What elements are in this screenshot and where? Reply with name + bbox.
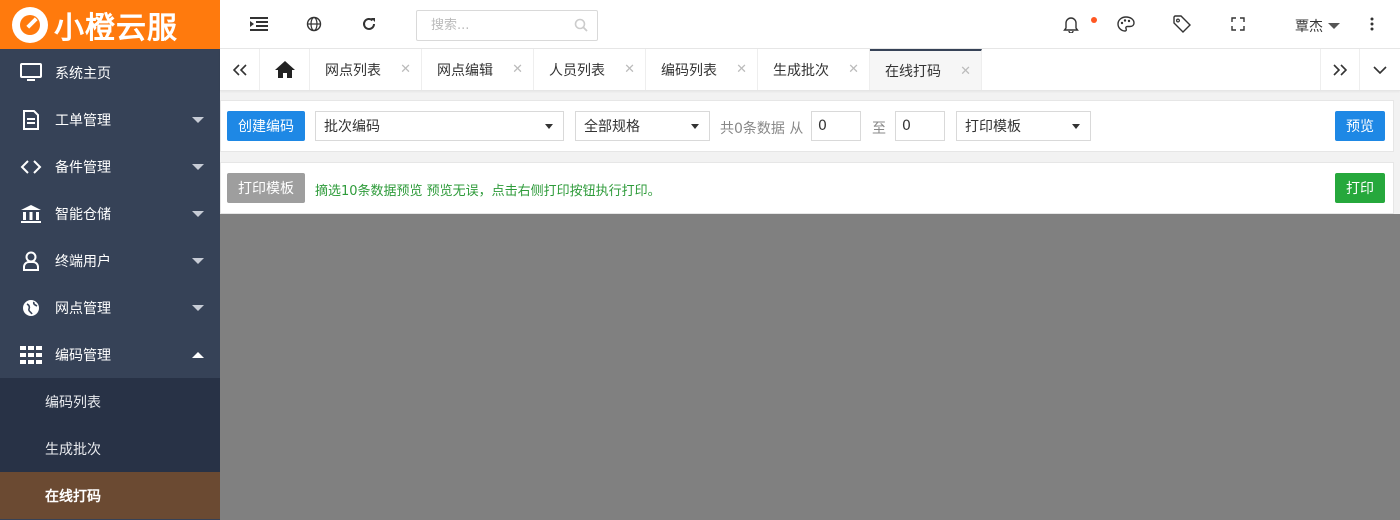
tab-staff-list[interactable]: 人员列表 ✕	[534, 49, 646, 90]
chevron-down-icon	[192, 117, 204, 123]
top-header: 覃杰	[220, 0, 1400, 49]
double-chevron-left-icon	[232, 63, 247, 76]
home-icon	[274, 61, 295, 78]
sidebar-item-workorder[interactable]: 工单管理	[0, 96, 220, 143]
tab-outlet-list[interactable]: 网点列表 ✕	[310, 49, 422, 90]
close-icon[interactable]: ✕	[960, 64, 971, 79]
search-box[interactable]	[416, 10, 598, 41]
tab-label: 人员列表	[549, 62, 605, 79]
fullscreen-icon[interactable]	[1227, 13, 1249, 35]
sidebar-item-endusers[interactable]: 终端用户	[0, 237, 220, 284]
logo-icon	[12, 6, 48, 43]
tabs-bar: 网点列表 ✕ 网点编辑 ✕ 人员列表 ✕ 编码列表 ✕ 生成批次 ✕ 在线打码 …	[220, 49, 1400, 91]
tab-label: 生成批次	[773, 62, 829, 79]
sidebar-item-label: 编码管理	[55, 347, 111, 364]
chevron-down-icon	[1072, 124, 1080, 129]
sidebar-item-label: 系统主页	[55, 65, 111, 82]
submenu-item-code-list[interactable]: 编码列表	[0, 378, 220, 425]
batch-select[interactable]: 批次编码	[315, 111, 564, 141]
sidebar-item-label: 网点管理	[55, 300, 111, 317]
spec-select[interactable]: 全部规格	[575, 111, 710, 141]
count-text: 共0条数据 从	[720, 121, 804, 137]
sidebar: 小橙云服 系统主页 工单管理 备件管理 智能仓储 终端用户 网点管理 编码管理 …	[0, 0, 220, 520]
template-select[interactable]: 打印模板	[956, 111, 1091, 141]
tab-home[interactable]	[260, 49, 310, 90]
logo[interactable]: 小橙云服	[0, 0, 220, 49]
spec-select-value: 全部规格	[584, 119, 640, 135]
collapse-menu-icon[interactable]	[248, 13, 270, 35]
tab-generate-batch[interactable]: 生成批次 ✕	[758, 49, 870, 90]
submenu-coding: 编码列表 生成批次 在线打码	[0, 378, 220, 519]
sidebar-item-home[interactable]: 系统主页	[0, 49, 220, 96]
preview-button[interactable]: 预览	[1335, 111, 1385, 141]
batch-select-value: 批次编码	[324, 119, 380, 135]
print-toolbar: 打印模板 摘选10条数据预览 预览无误，点击右侧打印按钮执行打印。 打印	[220, 162, 1394, 214]
close-icon[interactable]: ✕	[624, 62, 635, 77]
submenu-item-online-print[interactable]: 在线打码	[0, 472, 220, 519]
sidebar-item-outlets[interactable]: 网点管理	[0, 284, 220, 331]
chevron-up-icon	[192, 352, 204, 358]
create-code-button[interactable]: 创建编码	[227, 111, 305, 141]
palette-icon[interactable]	[1115, 13, 1137, 35]
refresh-icon[interactable]	[358, 13, 380, 35]
monitor-icon	[20, 62, 42, 84]
notification-dot	[1091, 17, 1097, 23]
sidebar-item-label: 智能仓储	[55, 206, 111, 223]
print-button[interactable]: 打印	[1335, 173, 1385, 203]
tab-label: 编码列表	[661, 62, 717, 79]
sidebar-item-warehouse[interactable]: 智能仓储	[0, 190, 220, 237]
tag-icon[interactable]	[1171, 13, 1193, 35]
tab-code-list[interactable]: 编码列表 ✕	[646, 49, 758, 90]
user-menu[interactable]: 覃杰	[1295, 16, 1340, 36]
to-input[interactable]: 0	[895, 111, 945, 141]
user-name: 覃杰	[1295, 19, 1323, 35]
chevron-down-icon	[691, 124, 699, 129]
print-template-button[interactable]: 打印模板	[227, 173, 305, 203]
chevron-down-icon	[192, 164, 204, 170]
user-icon	[20, 250, 42, 272]
tab-label: 网点列表	[325, 62, 381, 79]
globe-icon[interactable]	[303, 13, 325, 35]
bank-icon	[20, 203, 42, 225]
tab-outlet-edit[interactable]: 网点编辑 ✕	[422, 49, 534, 90]
bell-icon[interactable]	[1060, 13, 1082, 35]
chevron-down-icon	[192, 305, 204, 311]
more-vertical-icon[interactable]	[1361, 13, 1383, 35]
chevron-down-icon	[1373, 65, 1387, 74]
sidebar-item-label: 终端用户	[55, 253, 111, 270]
search-icon[interactable]	[574, 18, 588, 36]
tab-online-print[interactable]: 在线打码 ✕	[870, 49, 982, 90]
from-input[interactable]: 0	[811, 111, 861, 141]
close-icon[interactable]: ✕	[736, 62, 747, 77]
filter-toolbar: 创建编码 批次编码 全部规格 共0条数据 从 0 至 0 打印模板 预览	[220, 100, 1394, 152]
grid-icon	[20, 344, 42, 366]
sidebar-item-label: 工单管理	[55, 112, 111, 129]
chevron-down-icon	[192, 258, 204, 264]
close-icon[interactable]: ✕	[400, 62, 411, 77]
document-icon	[20, 109, 42, 131]
brand-name: 小橙云服	[54, 10, 178, 46]
template-select-value: 打印模板	[965, 119, 1021, 135]
close-icon[interactable]: ✕	[848, 62, 859, 77]
tab-label: 网点编辑	[437, 62, 493, 79]
sidebar-item-parts[interactable]: 备件管理	[0, 143, 220, 190]
tabs-menu-button[interactable]	[1360, 49, 1400, 90]
chevron-down-icon	[1328, 23, 1340, 29]
submenu-item-generate-batch[interactable]: 生成批次	[0, 425, 220, 472]
tabs-scroll-left-button[interactable]	[220, 49, 260, 90]
tab-label: 在线打码	[885, 63, 941, 80]
double-chevron-right-icon	[1333, 63, 1347, 76]
to-label: 至	[872, 121, 886, 137]
sidebar-item-coding[interactable]: 编码管理	[0, 331, 220, 378]
globe-icon	[20, 297, 42, 319]
sidebar-item-label: 备件管理	[55, 159, 111, 176]
preview-tip: 摘选10条数据预览 预览无误，点击右侧打印按钮执行打印。	[315, 184, 661, 199]
print-preview-area	[220, 214, 1400, 520]
chevron-down-icon	[192, 211, 204, 217]
close-icon[interactable]: ✕	[512, 62, 523, 77]
link-icon	[20, 156, 42, 178]
search-input[interactable]	[417, 11, 567, 40]
tabs-scroll-right-button[interactable]	[1320, 49, 1360, 90]
chevron-down-icon	[545, 124, 553, 129]
